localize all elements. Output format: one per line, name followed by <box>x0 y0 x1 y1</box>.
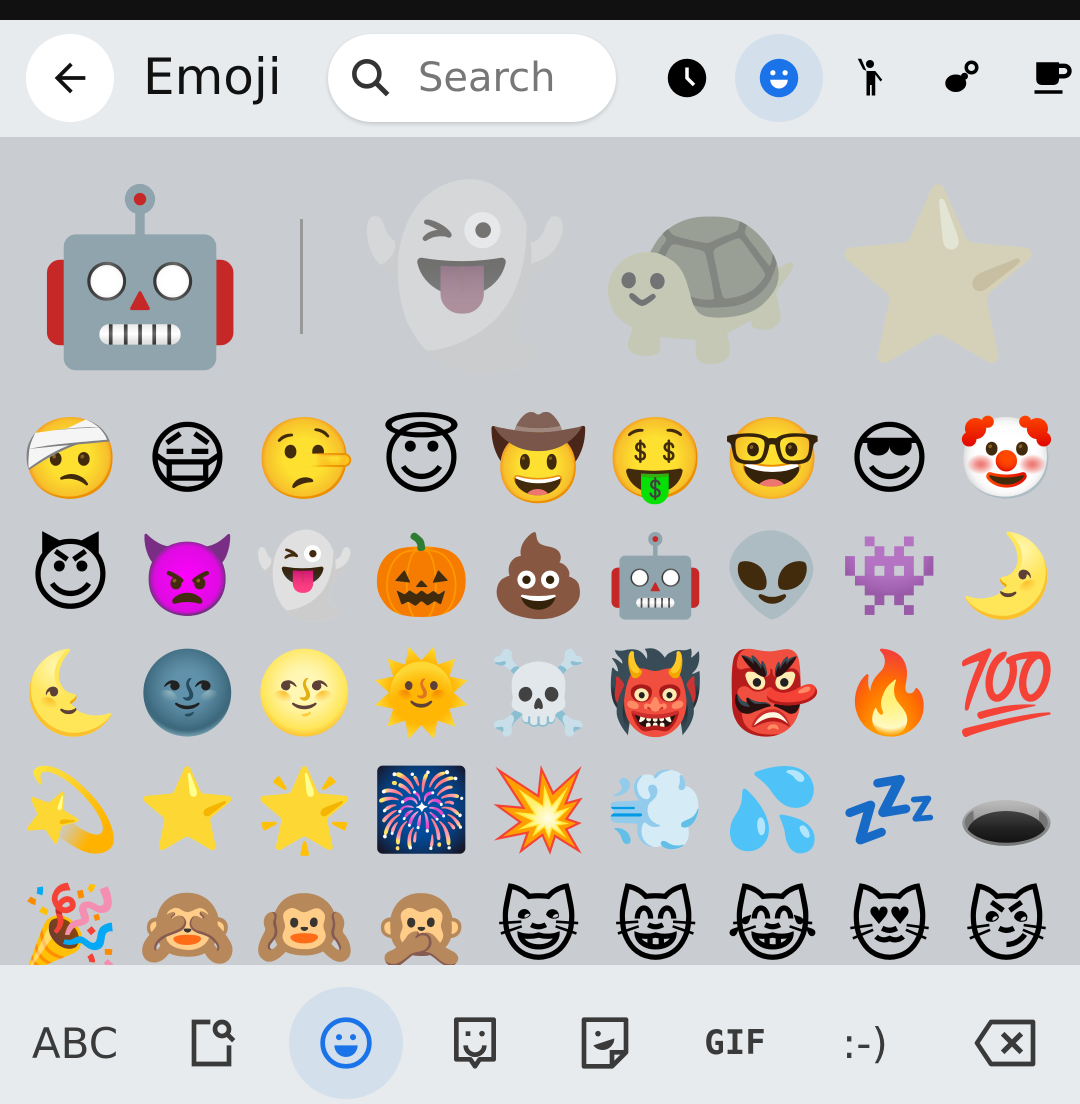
emoji-key[interactable]: ⭐ <box>129 751 246 868</box>
category-people[interactable] <box>826 34 914 122</box>
abc-button[interactable]: ABC <box>20 987 130 1099</box>
emoji-key[interactable]: 😻 <box>831 868 948 965</box>
emoji-key[interactable]: 😹 <box>714 868 831 965</box>
sticker-search-icon <box>191 1019 236 1067</box>
emoji-key[interactable]: 🎆 <box>363 751 480 868</box>
category-nature[interactable] <box>917 34 1005 122</box>
smiley-outline-icon <box>320 1017 372 1069</box>
emoji-key[interactable]: 🔥 <box>831 634 948 751</box>
sticker-button[interactable] <box>570 987 640 1099</box>
emoji-key[interactable]: 😈 <box>12 517 129 634</box>
emoji-key[interactable]: 👿 <box>129 517 246 634</box>
gif-button[interactable]: GIF <box>695 987 775 1099</box>
emoji-key[interactable]: 🤡 <box>948 400 1065 517</box>
emoji-key[interactable]: 🤓 <box>714 400 831 517</box>
arrow-left-icon <box>54 62 86 94</box>
emoticon-button[interactable]: :-) <box>820 987 910 1099</box>
emoji-key[interactable]: 🌝 <box>246 634 363 751</box>
back-button[interactable] <box>26 34 114 122</box>
emoji-key[interactable]: 🙈 <box>129 868 246 965</box>
emoji-key[interactable]: 💫 <box>12 751 129 868</box>
emoji-key[interactable]: 🌜 <box>12 634 129 751</box>
emoji-key[interactable]: 😎 <box>831 400 948 517</box>
emoji-key[interactable]: 💤 <box>831 751 948 868</box>
search-input[interactable]: Search <box>328 34 616 122</box>
emoji-key[interactable]: 🤑 <box>597 400 714 517</box>
emoji-key[interactable]: 🌚 <box>129 634 246 751</box>
emoji-header: Emoji Search <box>0 20 1080 137</box>
emoji-key[interactable]: 💥 <box>480 751 597 868</box>
page-title: Emoji <box>143 48 282 106</box>
category-smileys[interactable] <box>735 34 823 122</box>
clock-icon <box>667 58 707 98</box>
emoji-key[interactable]: 💩 <box>480 517 597 634</box>
emoji-key[interactable]: 🙊 <box>363 868 480 965</box>
emoji-key[interactable]: 😷 <box>129 400 246 517</box>
emoji-key[interactable]: 🤕 <box>12 400 129 517</box>
sticker-suggestion[interactable]: 🐢 <box>590 167 810 387</box>
emoji-key[interactable]: 👾 <box>831 517 948 634</box>
search-placeholder: Search <box>418 55 556 101</box>
backspace-icon <box>974 1019 1036 1067</box>
emoji-grid: 🤕 😷 🤥 😇 🤠 🤑 🤓 😎 🤡 😈 👿 👻 🎃 💩 🤖 👽 👾 🌛 🌜 🌚 🌝 🌞 ☠️ 👹 👺 🔥 💯 💫 ⭐ 🌟 🎆 💥 💨 💦 💤 🕳️ 🎉 🙈… <box>12 400 1080 965</box>
status-bar <box>0 0 1080 20</box>
emoji-key[interactable]: 💯 <box>948 634 1065 751</box>
emoji-kitchen-suggestions: 🤖 👻 🐢 ⭐ <box>0 137 1080 399</box>
emoji-key[interactable]: 🤖 <box>597 517 714 634</box>
emoji-key[interactable]: 😇 <box>363 400 480 517</box>
emoji-key[interactable]: ☠️ <box>480 634 597 751</box>
emoji-tab-button[interactable] <box>289 987 403 1099</box>
emoji-key[interactable]: 🎉 <box>12 868 129 965</box>
emoji-key[interactable]: 👺 <box>714 634 831 751</box>
emoji-key[interactable]: 😼 <box>948 868 1065 965</box>
emoji-key[interactable]: 🙉 <box>246 868 363 965</box>
divider <box>300 219 303 334</box>
sticker-suggestion[interactable]: ⭐ <box>828 167 1048 387</box>
emoji-key[interactable]: 💦 <box>714 751 831 868</box>
sticker-suggestion[interactable]: 🤖 <box>30 167 250 387</box>
emoji-key[interactable]: 🎃 <box>363 517 480 634</box>
emoji-key[interactable]: 💨 <box>597 751 714 868</box>
emoji-key[interactable]: 😺 <box>480 868 597 965</box>
search-icon <box>352 59 390 97</box>
emoji-key[interactable]: 🤠 <box>480 400 597 517</box>
emoji-key[interactable]: 😸 <box>597 868 714 965</box>
keyboard-bottom-bar: ABC GIF :-) <box>0 965 1080 1104</box>
emoji-key[interactable]: 🌟 <box>246 751 363 868</box>
emoji-key[interactable]: 🌞 <box>363 634 480 751</box>
backspace-button[interactable] <box>965 987 1045 1099</box>
emoji-key[interactable]: 👹 <box>597 634 714 751</box>
bee-flower-icon <box>945 60 979 92</box>
bitmoji-button[interactable] <box>440 987 510 1099</box>
emoji-key[interactable]: 👽 <box>714 517 831 634</box>
emoji-key[interactable]: 🕳️ <box>948 751 1065 868</box>
category-recent[interactable] <box>643 34 731 122</box>
emoji-key[interactable]: 👻 <box>246 517 363 634</box>
sticker-suggestion[interactable]: 👻 <box>355 167 575 387</box>
winking-speech-bubble-icon <box>454 1017 496 1069</box>
sticker-icon <box>581 1017 629 1069</box>
teacup-icon <box>1034 62 1072 94</box>
emoji-key[interactable]: 🌛 <box>948 517 1065 634</box>
emoji-search-button[interactable] <box>180 987 250 1099</box>
smiley-icon <box>759 58 799 98</box>
person-waving-icon <box>857 58 883 96</box>
category-food[interactable] <box>1008 34 1080 122</box>
emoji-key[interactable]: 🤥 <box>246 400 363 517</box>
